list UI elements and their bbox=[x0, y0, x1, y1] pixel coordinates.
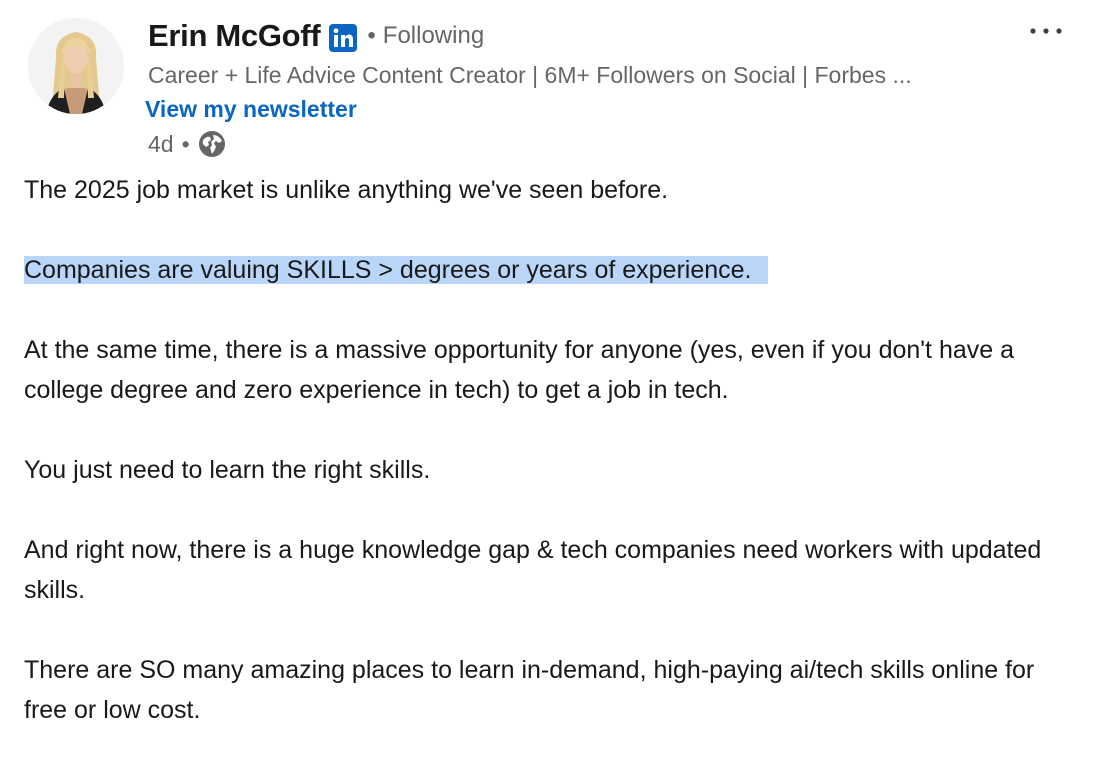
post-meta: 4d • bbox=[148, 126, 986, 162]
separator-dot: • bbox=[181, 130, 190, 157]
selected-text: Companies are valuing SKILLS > degrees o… bbox=[24, 256, 768, 284]
post-paragraph: And right now, there is a huge knowledge… bbox=[24, 536, 1042, 604]
post-paragraph: You just need to learn the right skills. bbox=[24, 456, 431, 484]
post-body: The 2025 job market is unlike anything w… bbox=[24, 170, 1076, 770]
avatar[interactable] bbox=[28, 18, 124, 114]
avatar-photo bbox=[28, 18, 124, 114]
follow-status[interactable]: Following bbox=[383, 22, 484, 50]
post-paragraph: The 2025 job market is unlike anything w… bbox=[24, 176, 669, 204]
post-paragraph: There are SO many amazing places to lear… bbox=[24, 656, 1035, 724]
globe-icon bbox=[198, 130, 226, 158]
post-paragraph-highlighted: Companies are valuing SKILLS > degrees o… bbox=[24, 250, 1076, 290]
post-header: Erin McGoff • Following Career + Life Ad… bbox=[145, 14, 986, 162]
post-age: 4d bbox=[148, 130, 174, 157]
author-headline: Career + Life Advice Content Creator | 6… bbox=[148, 62, 912, 88]
post-paragraph: At the same time, there is a massive opp… bbox=[24, 336, 1015, 404]
more-options-icon[interactable] bbox=[1026, 14, 1066, 48]
separator-dot: • bbox=[367, 22, 376, 49]
name-row: Erin McGoff • Following bbox=[148, 14, 986, 58]
view-newsletter-link[interactable]: View my newsletter bbox=[145, 92, 357, 126]
author-name[interactable]: Erin McGoff bbox=[148, 18, 321, 54]
linkedin-icon bbox=[329, 24, 358, 52]
